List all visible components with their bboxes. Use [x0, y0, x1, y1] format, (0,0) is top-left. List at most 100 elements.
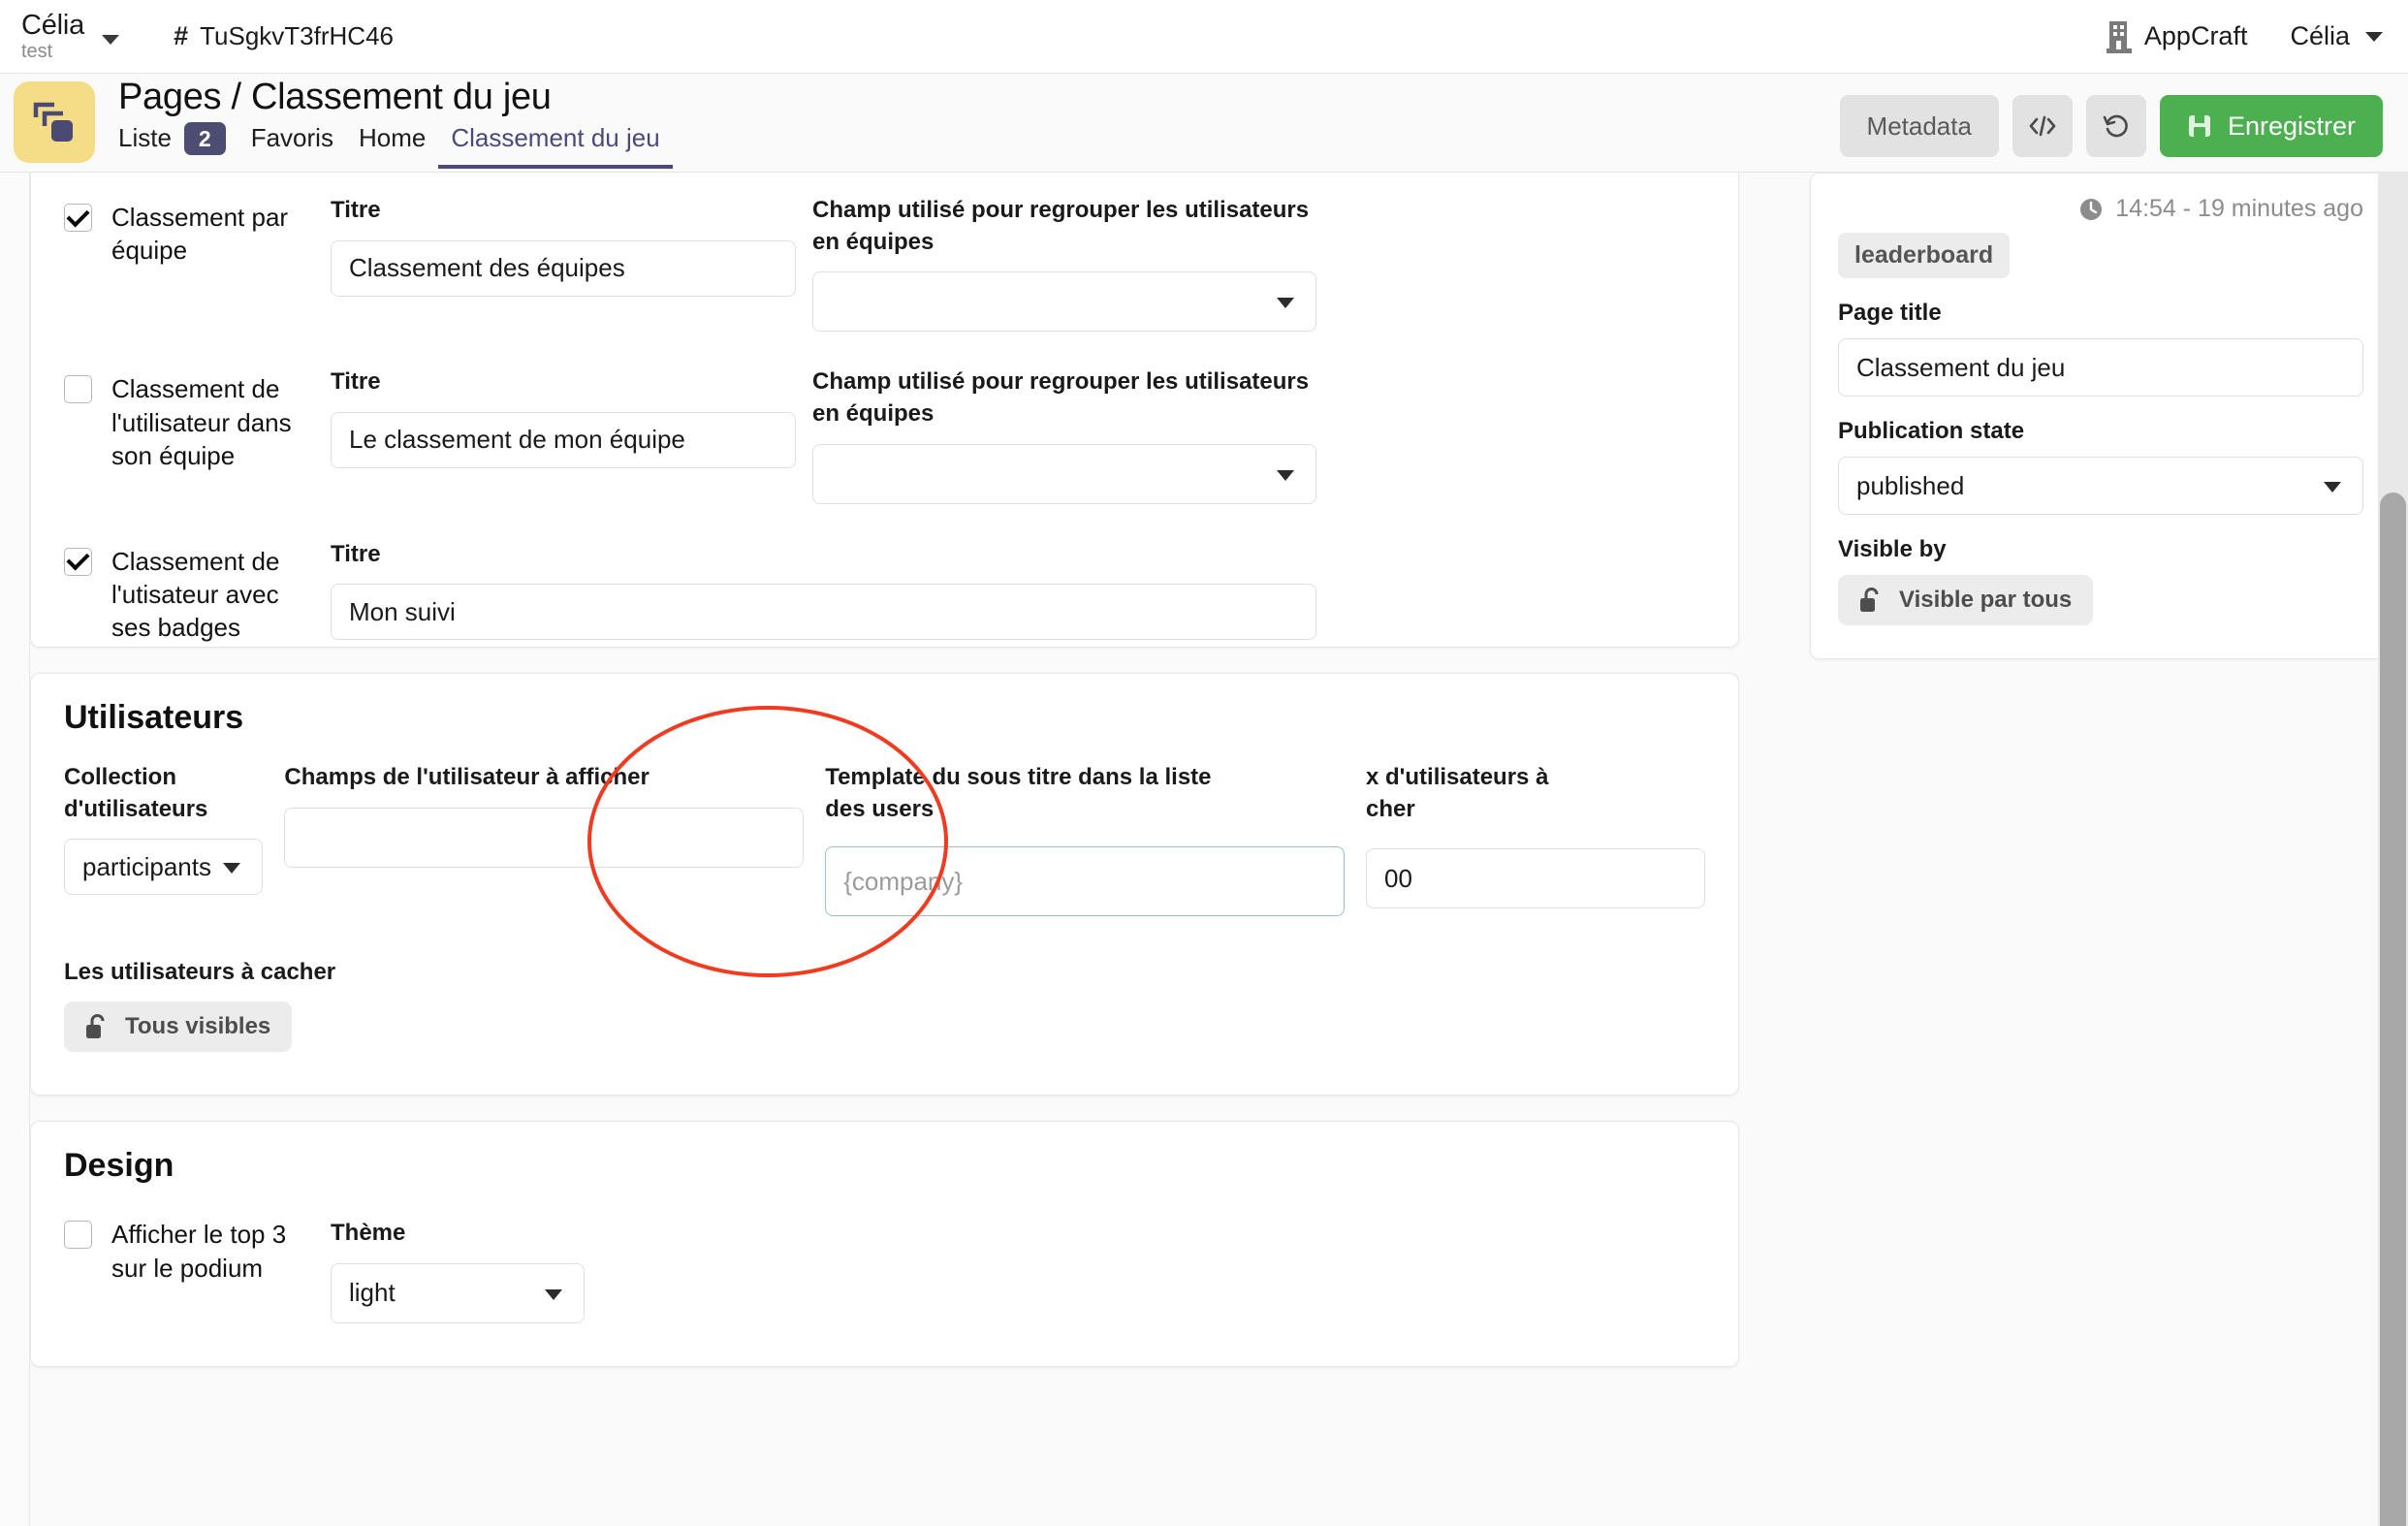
classement-row-1-checkbox-group: Classement par équipe — [64, 195, 331, 332]
workspace-id-label: TuSgkvT3frHC46 — [200, 21, 394, 51]
save-button-label: Enregistrer — [2228, 111, 2356, 142]
meta-card: 14:54 - 19 minutes ago leaderboard Page … — [1810, 173, 2378, 659]
hide-users-block: Les utilisateurs à cacher Tous visibles — [64, 959, 1705, 1052]
classement-row-2-group-select[interactable] — [812, 444, 1316, 504]
collection-select[interactable]: participants — [64, 839, 263, 895]
checkbox-classement-par-equipe-label: Classement par équipe — [111, 201, 325, 332]
chevron-down-icon — [1277, 298, 1294, 308]
collection-label: Collection d'utilisateurs — [64, 762, 263, 825]
publication-state-label: Publication state — [1838, 418, 2363, 445]
collection-field: Collection d'utilisateurs participants — [64, 762, 263, 895]
classement-row-1-titre-field: Titre — [331, 195, 796, 332]
user-fields-field: Champs de l'utilisateur à afficher — [284, 762, 804, 868]
page-title-input[interactable] — [1838, 338, 2363, 397]
chevron-down-icon — [545, 1289, 562, 1300]
workspace-id[interactable]: # TuSgkvT3frHC46 — [174, 21, 394, 51]
hide-users-button[interactable]: Tous visibles — [64, 1001, 292, 1052]
hide-users-label: Les utilisateurs à cacher — [64, 959, 1705, 986]
user-fields-input[interactable] — [284, 808, 804, 868]
checkbox-classement-utilisateur-dans-equipe[interactable] — [64, 375, 92, 403]
subtitle-template-field: Template du sous titre dans la liste des… — [825, 762, 1345, 916]
app-root: Célia test # TuSgkvT3frHC46 AppCraft — [0, 0, 2408, 1526]
page-title: Pages / Classement du jeu — [118, 78, 673, 118]
page-header-actions: Metadata Enregi — [1840, 95, 2408, 157]
org-subtitle: test — [21, 42, 84, 62]
subtitle-template-label: Template du sous titre dans la liste des… — [825, 762, 1242, 825]
tab-classement-du-jeu-label: Classement du jeu — [451, 123, 659, 153]
max-users-field: x d'utilisateurs à cher — [1366, 762, 1705, 908]
publication-state-select[interactable]: published — [1838, 457, 2363, 515]
theme-select[interactable]: light — [331, 1263, 585, 1323]
top-bar-right: AppCraft Célia — [2107, 20, 2408, 53]
meta-timestamp-label: 14:54 - 19 minutes ago — [2115, 195, 2363, 223]
chevron-down-icon — [2365, 32, 2383, 42]
classement-card: Classement par équipe Titre Champ utilis… — [30, 173, 1739, 648]
utilisateurs-card: Utilisateurs Collection d'utilisateurs p… — [30, 673, 1739, 1096]
meta-timestamp: 14:54 - 19 minutes ago — [1838, 195, 2363, 223]
checkbox-classement-utilisateur-badges-label: Classement de l'utisateur avec ses badge… — [111, 545, 325, 645]
max-users-input[interactable] — [1366, 848, 1705, 908]
classement-row-2-checkbox-group: Classement de l'utilisateur dans son équ… — [64, 366, 331, 503]
top-bar: Célia test # TuSgkvT3frHC46 AppCraft — [0, 0, 2408, 74]
chevron-down-icon — [223, 863, 240, 874]
tab-liste[interactable]: Liste 2 — [118, 124, 238, 169]
classement-row-2: Classement de l'utilisateur dans son équ… — [64, 332, 1705, 503]
history-revert-icon[interactable] — [2086, 95, 2146, 157]
save-button[interactable]: Enregistrer — [2160, 95, 2383, 157]
classement-row-1-titre-label: Titre — [331, 195, 796, 227]
chevron-down-icon — [102, 35, 119, 45]
classement-row-2-titre-input[interactable] — [331, 412, 796, 468]
meta-type-chip: leaderboard — [1838, 233, 2010, 278]
hash-icon: # — [174, 21, 188, 51]
left-gutter — [0, 173, 30, 1526]
classement-row-1-group-label: Champ utilisé pour regrouper les utilisa… — [812, 195, 1316, 258]
org-switcher[interactable]: Célia test — [0, 11, 119, 62]
utilisateurs-grid: Collection d'utilisateurs participants C… — [64, 762, 1705, 916]
company-label: AppCraft — [2144, 21, 2248, 51]
page-tabs: Liste 2 Favoris Home Classement du jeu — [118, 124, 673, 169]
chevron-down-icon — [1277, 470, 1294, 481]
tab-favoris[interactable]: Favoris — [238, 124, 346, 169]
classement-row-3-titre-input[interactable] — [331, 584, 1316, 640]
checkbox-afficher-top3-podium[interactable] — [64, 1221, 92, 1249]
org-name: Célia — [21, 11, 84, 40]
meta-panel: 14:54 - 19 minutes ago leaderboard Page … — [1810, 173, 2378, 659]
page-header-text: Pages / Classement du jeu Liste 2 Favori… — [118, 78, 673, 169]
classement-row-3-titre-field: Titre — [331, 539, 1316, 645]
classement-row-2-group-label: Champ utilisé pour regrouper les utilisa… — [812, 366, 1316, 429]
max-users-label: x d'utilisateurs à cher — [1366, 762, 1705, 825]
user-name-label: Célia — [2290, 21, 2350, 51]
design-card: Design Afficher le top 3 sur le podium T… — [30, 1121, 1739, 1367]
checkbox-classement-utilisateur-badges[interactable] — [64, 548, 92, 576]
publication-state-value: published — [1856, 471, 1964, 501]
unlock-icon — [85, 1013, 110, 1040]
classement-row-1-group-select[interactable] — [812, 271, 1316, 332]
floppy-save-icon — [2187, 113, 2212, 139]
pages-stack-icon — [14, 81, 95, 163]
design-row: Afficher le top 3 sur le podium Thème li… — [64, 1210, 1705, 1323]
visible-by-button-label: Visible par tous — [1899, 587, 2072, 614]
hide-users-button-label: Tous visibles — [125, 1013, 270, 1040]
classement-row-1-titre-input[interactable] — [331, 240, 796, 297]
company-menu[interactable]: AppCraft — [2107, 20, 2248, 53]
code-brackets-icon[interactable] — [2012, 95, 2073, 157]
vertical-scrollbar-track[interactable] — [2378, 173, 2408, 1526]
tab-home[interactable]: Home — [346, 124, 438, 169]
user-menu[interactable]: Célia — [2290, 21, 2383, 51]
tab-classement-du-jeu[interactable]: Classement du jeu — [438, 124, 672, 169]
classement-row-3-titre-label: Titre — [331, 539, 1316, 571]
metadata-button[interactable]: Metadata — [1840, 95, 1999, 157]
podium-checkbox-group: Afficher le top 3 sur le podium — [64, 1218, 331, 1323]
theme-label: Thème — [331, 1218, 585, 1250]
content-area: Classement par équipe Titre Champ utilis… — [30, 173, 2378, 1526]
theme-field: Thème light — [331, 1218, 585, 1323]
vertical-scrollbar-thumb[interactable] — [2380, 493, 2406, 1526]
chevron-down-icon — [2324, 482, 2341, 493]
classement-row-3-checkbox-group: Classement de l'utisateur avec ses badge… — [64, 539, 331, 645]
theme-value: light — [349, 1278, 396, 1308]
subtitle-template-input[interactable] — [825, 846, 1345, 916]
tab-liste-label: Liste — [118, 123, 172, 153]
page-header: Pages / Classement du jeu Liste 2 Favori… — [0, 74, 2408, 173]
checkbox-classement-par-equipe[interactable] — [64, 204, 92, 232]
visible-by-button[interactable]: Visible par tous — [1838, 575, 2093, 625]
